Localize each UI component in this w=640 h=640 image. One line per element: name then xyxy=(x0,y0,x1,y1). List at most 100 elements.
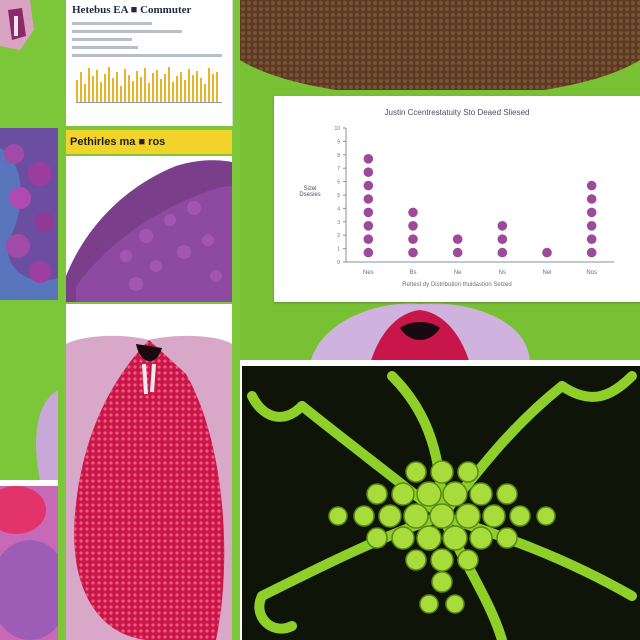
mini-bar xyxy=(200,78,202,102)
document-banner: Pethirles ma ■ ros xyxy=(66,130,232,154)
brown-texture-image xyxy=(240,0,640,100)
mini-bar xyxy=(116,72,118,102)
chart-footer: Rettest dy Distribution thuidastion Selz… xyxy=(402,282,512,288)
data-point xyxy=(363,234,374,244)
chart-card: Justin Ccentrestatuity Sto Deaed Sliesed… xyxy=(274,96,640,302)
y-tick-label: 3 xyxy=(337,220,340,226)
petal-edge-image xyxy=(0,300,58,480)
data-point xyxy=(497,247,508,258)
mini-bar xyxy=(172,82,174,102)
purple-tissue-image xyxy=(66,156,232,302)
document-title: Hetebus EA ■ Commuter xyxy=(72,4,192,16)
mini-bar xyxy=(156,70,158,102)
y-tick-label: 7 xyxy=(337,166,340,172)
orchid-bloom-image xyxy=(310,303,530,364)
green-fractal-image xyxy=(242,366,640,640)
x-tick-label: Nos xyxy=(586,270,597,276)
mini-bar xyxy=(168,67,170,102)
data-point xyxy=(452,247,463,258)
mini-bar xyxy=(212,74,214,102)
mini-bar xyxy=(108,67,110,102)
mini-bar xyxy=(76,80,78,102)
y-tick-label: 0 xyxy=(337,260,340,266)
data-point xyxy=(586,180,597,191)
mini-bar xyxy=(140,77,142,102)
text-line xyxy=(72,54,222,57)
x-tick-label: Ns xyxy=(499,270,506,276)
mini-bar xyxy=(196,71,198,102)
data-point xyxy=(363,154,374,164)
y-tick-label: 6 xyxy=(337,180,340,186)
chart-y-axis-label: Sizel Dsesies xyxy=(299,186,321,198)
text-line xyxy=(72,38,132,41)
mini-bar xyxy=(120,86,122,102)
mini-bar xyxy=(160,79,162,102)
mini-bar xyxy=(192,75,194,102)
data-point xyxy=(497,221,508,231)
data-point xyxy=(452,234,463,244)
orchid-image xyxy=(0,0,58,128)
mini-bar xyxy=(80,72,82,102)
y-tick-label: 2 xyxy=(337,233,340,239)
data-point xyxy=(586,234,597,244)
data-point xyxy=(586,194,597,204)
mini-bar xyxy=(180,72,182,102)
purple-cells-thumbnail xyxy=(0,128,58,300)
x-tick-label: Nes xyxy=(363,270,374,276)
y-tick-label: 5 xyxy=(337,193,340,199)
data-point xyxy=(363,194,374,204)
green-fractal-tile xyxy=(242,366,640,640)
pink-flower-thumbnail xyxy=(0,480,58,640)
mini-bar-chart xyxy=(76,66,222,103)
mini-bar xyxy=(124,69,126,102)
orchid-thumbnail-top xyxy=(0,0,58,128)
mini-bar xyxy=(148,83,150,102)
document-panel: Hetebus EA ■ Commuter Pethirles ma ■ ros xyxy=(58,0,240,640)
data-point xyxy=(408,247,418,258)
red-lip-image xyxy=(66,304,232,640)
y-tick-label: 9 xyxy=(337,139,340,145)
data-point xyxy=(363,180,374,191)
orchid-bloom-tile xyxy=(300,300,540,364)
data-point xyxy=(363,167,374,177)
brown-texture-tile xyxy=(240,0,640,100)
data-point xyxy=(542,247,552,258)
red-lip-panel xyxy=(66,304,232,640)
mini-bar xyxy=(184,80,186,102)
mini-bar xyxy=(104,74,106,102)
text-line xyxy=(72,30,182,33)
chart-title: Justin Ccentrestatuity Sto Deaed Sliesed xyxy=(384,108,530,117)
data-point xyxy=(497,234,508,244)
data-point xyxy=(408,234,418,244)
mini-bar xyxy=(216,72,218,102)
text-line xyxy=(72,22,152,25)
mini-bar xyxy=(164,74,166,102)
mini-bar xyxy=(152,73,154,102)
mini-bar xyxy=(188,69,190,102)
data-point xyxy=(363,207,374,218)
pink-flower-image xyxy=(0,480,58,640)
data-point xyxy=(408,221,418,231)
x-tick-label: Bs xyxy=(409,270,416,276)
mini-bar xyxy=(100,82,102,102)
data-point xyxy=(363,247,374,258)
y-tick-label: 1 xyxy=(337,247,340,253)
y-tick-label: 8 xyxy=(337,153,340,159)
purple-cells-image xyxy=(0,128,58,300)
data-point xyxy=(586,207,597,218)
y-tick-label: 10 xyxy=(334,126,340,132)
purple-tissue-panel xyxy=(66,156,232,302)
mini-bar xyxy=(128,75,130,102)
green-strip xyxy=(0,300,58,480)
document-card: Hetebus EA ■ Commuter xyxy=(66,0,233,126)
data-point xyxy=(586,247,597,258)
text-line xyxy=(72,46,138,49)
x-tick-label: Nel xyxy=(542,270,551,276)
chart-plot: 0 1 2 3 4 5 6 7 8 9 10 Nes Bs Ne Ns Nel Nos xyxy=(334,126,614,276)
mini-bar xyxy=(112,78,114,102)
data-point xyxy=(586,221,597,231)
x-tick-label: Ne xyxy=(454,270,462,276)
data-point xyxy=(363,221,374,231)
mini-bar xyxy=(204,84,206,102)
mini-bar xyxy=(144,68,146,102)
